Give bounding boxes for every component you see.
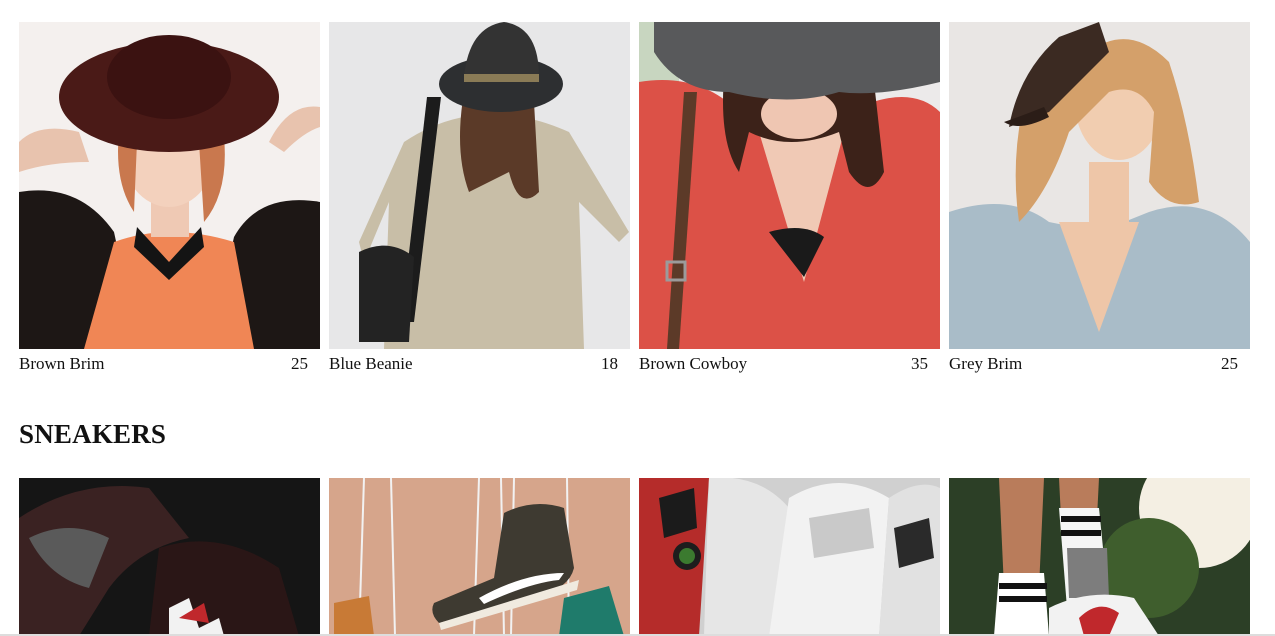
product-card-sneaker-4[interactable] xyxy=(949,478,1250,636)
section-title-sneakers[interactable]: SNEAKERS xyxy=(19,419,166,450)
product-image-brown-brim[interactable] xyxy=(19,22,320,349)
hats-row: Brown Brim 25 Blue Beanie 18 Brown Cowbo… xyxy=(19,22,1250,374)
product-name: Blue Beanie xyxy=(329,354,413,373)
product-card-sneaker-1[interactable] xyxy=(19,478,320,636)
product-card-sneaker-2[interactable] xyxy=(329,478,630,636)
product-meta: Brown Brim 25 xyxy=(19,349,320,374)
product-name: Grey Brim xyxy=(949,354,1023,373)
product-image-sneaker-4[interactable] xyxy=(949,478,1250,636)
sneakers-row xyxy=(19,478,1250,636)
product-image-blue-beanie[interactable] xyxy=(329,22,630,349)
product-meta: Grey Brim 25 xyxy=(949,349,1250,374)
product-image-grey-brim[interactable] xyxy=(949,22,1250,349)
product-card-blue-beanie[interactable]: Blue Beanie 18 xyxy=(329,22,630,374)
product-image-sneaker-3[interactable] xyxy=(639,478,940,636)
product-name: Brown Brim xyxy=(19,354,105,373)
product-meta: Blue Beanie 18 xyxy=(329,349,630,374)
product-price: 18 xyxy=(601,354,618,373)
product-price: 35 xyxy=(911,354,928,373)
product-image-sneaker-2[interactable] xyxy=(329,478,630,636)
product-card-sneaker-3[interactable] xyxy=(639,478,940,636)
product-image-sneaker-1[interactable] xyxy=(19,478,320,636)
product-card-brown-cowboy[interactable]: Brown Cowboy 35 xyxy=(639,22,940,374)
product-meta: Brown Cowboy 35 xyxy=(639,349,940,374)
product-card-grey-brim[interactable]: Grey Brim 25 xyxy=(949,22,1250,374)
product-card-brown-brim[interactable]: Brown Brim 25 xyxy=(19,22,320,374)
product-name: Brown Cowboy xyxy=(639,354,748,373)
product-image-brown-cowboy[interactable] xyxy=(639,22,940,349)
product-price: 25 xyxy=(291,354,308,373)
product-price: 25 xyxy=(1221,354,1238,373)
